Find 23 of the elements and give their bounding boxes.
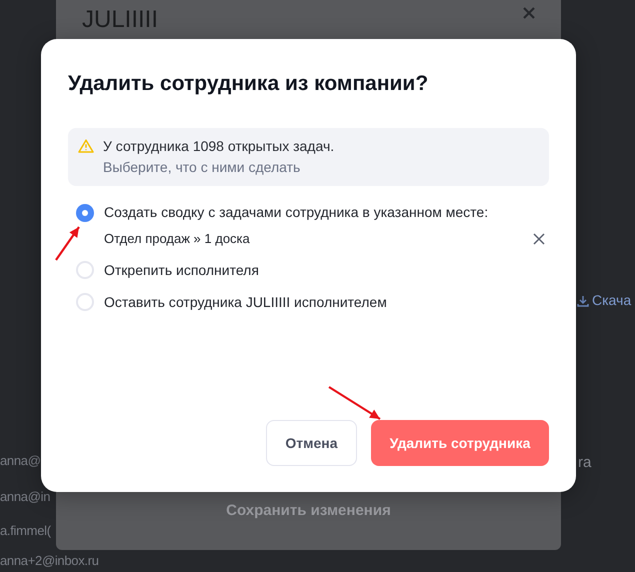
option-label[interactable]: Открепить исполнителя <box>104 260 259 280</box>
radio-button[interactable] <box>76 261 94 279</box>
warning-icon <box>78 139 94 153</box>
option-label[interactable]: Оставить сотрудника JULIIIII исполнителем <box>104 292 387 312</box>
panel-title: JULIIIII <box>82 5 158 35</box>
cancel-button[interactable]: Отмена <box>266 420 357 466</box>
download-icon[interactable] <box>577 294 589 306</box>
email-text: a.fimmel( <box>0 522 51 540</box>
warning-text: У сотрудника 1098 открытых задач. <box>103 137 334 156</box>
summary-location: Отдел продаж » 1 доска <box>104 230 250 248</box>
dialog-title: Удалить сотрудника из компании? <box>68 71 430 97</box>
side-text: ra <box>578 453 592 473</box>
warning-hint: Выберите, что с ними сделать <box>103 158 302 177</box>
radio-button[interactable] <box>76 204 94 222</box>
radio-button[interactable] <box>76 293 94 311</box>
email-text: anna+2@inbox.ru <box>0 552 99 570</box>
email-text: anna@ <box>0 452 41 470</box>
download-link[interactable]: Скача <box>592 290 632 311</box>
email-text: anna@in <box>0 488 50 506</box>
annotation-arrow <box>55 226 80 261</box>
annotation-arrow <box>328 386 381 420</box>
close-icon[interactable] <box>533 232 545 245</box>
option-label[interactable]: Создать сводку с задачами сотрудника в указанном месте: <box>104 202 488 223</box>
